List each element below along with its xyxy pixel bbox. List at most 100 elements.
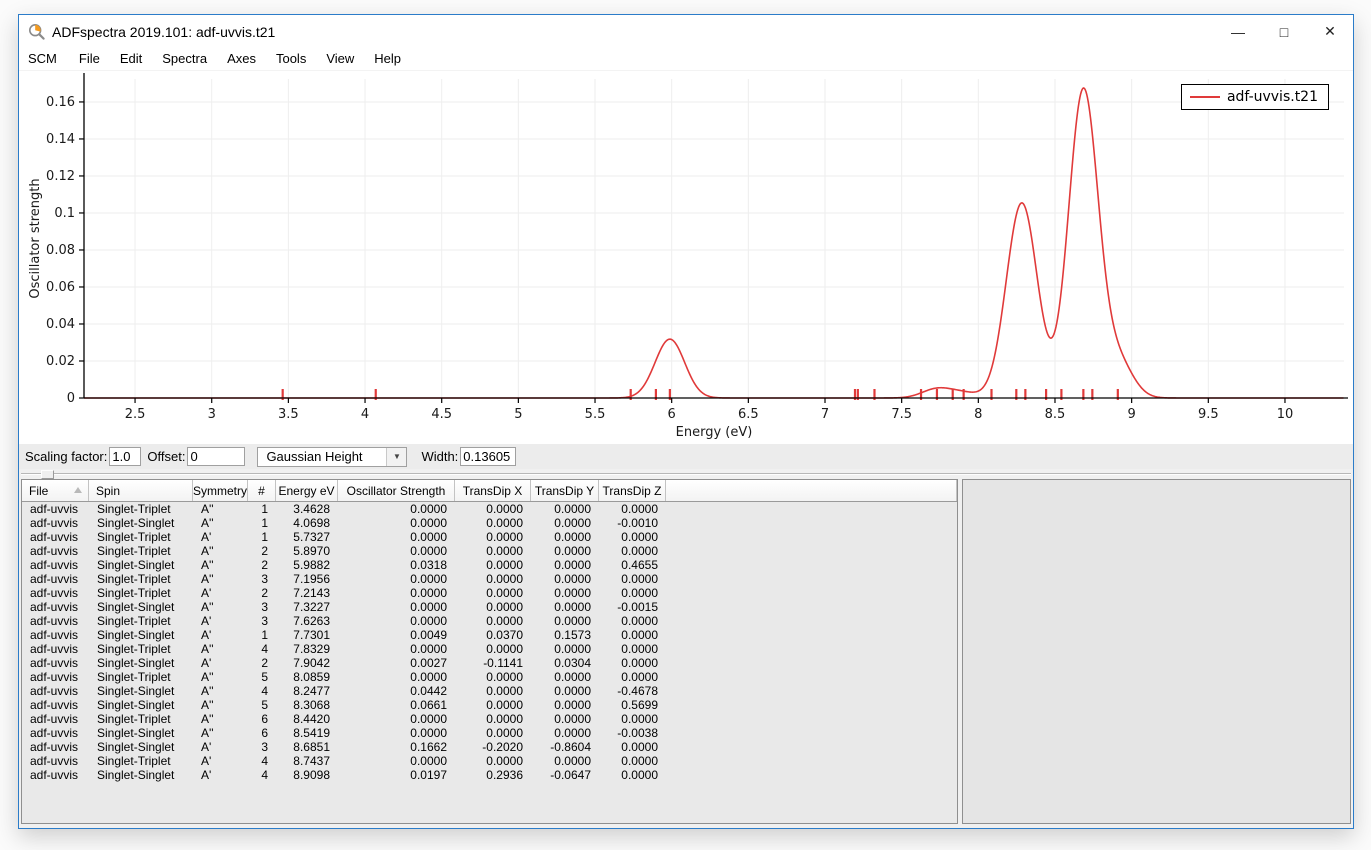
cell-energy-ev: 7.1956 bbox=[276, 572, 338, 586]
cell--: 5 bbox=[248, 670, 276, 684]
cell-oscillator-strength: 0.0000 bbox=[338, 726, 455, 740]
cell-spin: Singlet-Triplet bbox=[89, 544, 193, 558]
menu-item-help[interactable]: Help bbox=[364, 49, 411, 69]
cell-transdip-z: 0.0000 bbox=[599, 670, 666, 684]
table-row[interactable]: adf-uvvisSinglet-SingletA''68.54190.0000… bbox=[22, 726, 957, 740]
cell--: 6 bbox=[248, 712, 276, 726]
table-row[interactable]: adf-uvvisSinglet-SingletA''48.24770.0442… bbox=[22, 684, 957, 698]
cell-transdip-z: 0.0000 bbox=[599, 768, 666, 782]
table-row[interactable]: adf-uvvisSinglet-TripletA'48.74370.00000… bbox=[22, 754, 957, 768]
offset-label: Offset: bbox=[147, 449, 185, 464]
column-header-symmetry[interactable]: Symmetry bbox=[193, 480, 248, 501]
table-row[interactable]: adf-uvvisSinglet-TripletA'15.73270.00000… bbox=[22, 530, 957, 544]
cell-file: adf-uvvis bbox=[22, 502, 89, 516]
cell--: 3 bbox=[248, 600, 276, 614]
cell-symmetry: A'' bbox=[193, 684, 248, 698]
menu-item-file[interactable]: File bbox=[69, 49, 110, 69]
axis-tick-label: 0.02 bbox=[46, 354, 75, 369]
cell-symmetry: A' bbox=[193, 754, 248, 768]
spectrum-controls-bar: Scaling factor: Offset: Gaussian Height … bbox=[19, 444, 1353, 469]
table-row[interactable]: adf-uvvisSinglet-SingletA''37.32270.0000… bbox=[22, 600, 957, 614]
table-row[interactable]: adf-uvvisSinglet-TripletA''25.89700.0000… bbox=[22, 544, 957, 558]
cell-spin: Singlet-Triplet bbox=[89, 530, 193, 544]
table-row[interactable]: adf-uvvisSinglet-TripletA''37.19560.0000… bbox=[22, 572, 957, 586]
table-row[interactable]: adf-uvvisSinglet-TripletA''13.46280.0000… bbox=[22, 502, 957, 516]
width-input[interactable] bbox=[460, 447, 516, 466]
cell-transdip-y: -0.0647 bbox=[531, 768, 599, 782]
menu-item-edit[interactable]: Edit bbox=[110, 49, 152, 69]
column-header-energy-ev[interactable]: Energy eV bbox=[276, 480, 338, 501]
column-header-filler bbox=[666, 480, 957, 501]
cell--: 1 bbox=[248, 516, 276, 530]
menu-item-tools[interactable]: Tools bbox=[266, 49, 316, 69]
menu-item-scm[interactable]: SCM bbox=[28, 49, 69, 69]
table-row[interactable]: adf-uvvisSinglet-TripletA''58.08590.0000… bbox=[22, 670, 957, 684]
column-header-oscillator-strength[interactable]: Oscillator Strength bbox=[338, 480, 455, 501]
cell-transdip-z: 0.0000 bbox=[599, 712, 666, 726]
table-row[interactable]: adf-uvvisSinglet-SingletA'27.90420.0027-… bbox=[22, 656, 957, 670]
table-row[interactable]: adf-uvvisSinglet-SingletA''25.98820.0318… bbox=[22, 558, 957, 572]
table-row[interactable]: adf-uvvisSinglet-SingletA'17.73010.00490… bbox=[22, 628, 957, 642]
table-header-row: FileSpinSymmetry#Energy eVOscillator Str… bbox=[22, 480, 957, 502]
cell-energy-ev: 3.4628 bbox=[276, 502, 338, 516]
axis-tick-label: 5.5 bbox=[585, 407, 606, 422]
cell-symmetry: A' bbox=[193, 656, 248, 670]
legend-label: adf-uvvis.t21 bbox=[1227, 89, 1318, 105]
column-header-transdip-y[interactable]: TransDip Y bbox=[531, 480, 599, 501]
cell--: 4 bbox=[248, 768, 276, 782]
caption-buttons: — □ ✕ bbox=[1215, 15, 1353, 48]
table-row[interactable]: adf-uvvisSinglet-SingletA''58.30680.0661… bbox=[22, 698, 957, 712]
table-row[interactable]: adf-uvvisSinglet-TripletA'37.62630.00000… bbox=[22, 614, 957, 628]
x-axis-label: Energy (eV) bbox=[676, 425, 753, 440]
cell-energy-ev: 7.7301 bbox=[276, 628, 338, 642]
minimize-button[interactable]: — bbox=[1215, 15, 1261, 48]
cell-symmetry: A' bbox=[193, 740, 248, 754]
window-title: ADFspectra 2019.101: adf-uvvis.t21 bbox=[52, 24, 275, 40]
column-header-transdip-z[interactable]: TransDip Z bbox=[599, 480, 666, 501]
menu-item-axes[interactable]: Axes bbox=[217, 49, 266, 69]
legend-line-swatch bbox=[1190, 96, 1220, 98]
axis-tick-label: 0.08 bbox=[46, 243, 75, 258]
maximize-button[interactable]: □ bbox=[1261, 15, 1307, 48]
offset-input[interactable] bbox=[187, 447, 245, 466]
cell-transdip-z: 0.0000 bbox=[599, 614, 666, 628]
column-header-spin[interactable]: Spin bbox=[89, 480, 193, 501]
cell-symmetry: A'' bbox=[193, 726, 248, 740]
table-row[interactable]: adf-uvvisSinglet-SingletA'48.90980.01970… bbox=[22, 768, 957, 782]
cell-symmetry: A'' bbox=[193, 712, 248, 726]
axis-tick-label: 0.04 bbox=[46, 317, 75, 332]
cell-file: adf-uvvis bbox=[22, 768, 89, 782]
cell-transdip-y: 0.0000 bbox=[531, 642, 599, 656]
table-row[interactable]: adf-uvvisSinglet-TripletA''47.83290.0000… bbox=[22, 642, 957, 656]
cell-transdip-x: -0.1141 bbox=[455, 656, 531, 670]
cell--: 4 bbox=[248, 642, 276, 656]
cell-energy-ev: 8.5419 bbox=[276, 726, 338, 740]
column-header-transdip-x[interactable]: TransDip X bbox=[455, 480, 531, 501]
cell-transdip-z: 0.0000 bbox=[599, 502, 666, 516]
menu-item-view[interactable]: View bbox=[316, 49, 364, 69]
close-button[interactable]: ✕ bbox=[1307, 15, 1353, 48]
table-row[interactable]: adf-uvvisSinglet-SingletA''14.06980.0000… bbox=[22, 516, 957, 530]
table-row[interactable]: adf-uvvisSinglet-TripletA'27.21430.00000… bbox=[22, 586, 957, 600]
cell-symmetry: A'' bbox=[193, 572, 248, 586]
scaling-factor-input[interactable] bbox=[109, 447, 141, 466]
cell-energy-ev: 5.9882 bbox=[276, 558, 338, 572]
column-header--[interactable]: # bbox=[248, 480, 276, 501]
cell-spin: Singlet-Singlet bbox=[89, 656, 193, 670]
cell-energy-ev: 7.8329 bbox=[276, 642, 338, 656]
table-row[interactable]: adf-uvvisSinglet-SingletA'38.68510.1662-… bbox=[22, 740, 957, 754]
menu-item-spectra[interactable]: Spectra bbox=[152, 49, 217, 69]
broadening-mode-combobox[interactable]: Gaussian Height ▼ bbox=[257, 447, 407, 467]
chevron-down-icon[interactable]: ▼ bbox=[386, 448, 406, 466]
cell-file: adf-uvvis bbox=[22, 712, 89, 726]
cell-spin: Singlet-Triplet bbox=[89, 614, 193, 628]
cell-symmetry: A'' bbox=[193, 544, 248, 558]
axis-tick-label: 0 bbox=[67, 391, 75, 406]
title-bar[interactable]: ADFspectra 2019.101: adf-uvvis.t21 — □ ✕ bbox=[19, 15, 1353, 48]
column-header-file[interactable]: File bbox=[22, 480, 89, 501]
pane-splitter[interactable] bbox=[19, 469, 1353, 479]
table-row[interactable]: adf-uvvisSinglet-TripletA''68.44200.0000… bbox=[22, 712, 957, 726]
cell-oscillator-strength: 0.0661 bbox=[338, 698, 455, 712]
splitter-handle[interactable] bbox=[41, 470, 54, 479]
cell-spin: Singlet-Singlet bbox=[89, 600, 193, 614]
